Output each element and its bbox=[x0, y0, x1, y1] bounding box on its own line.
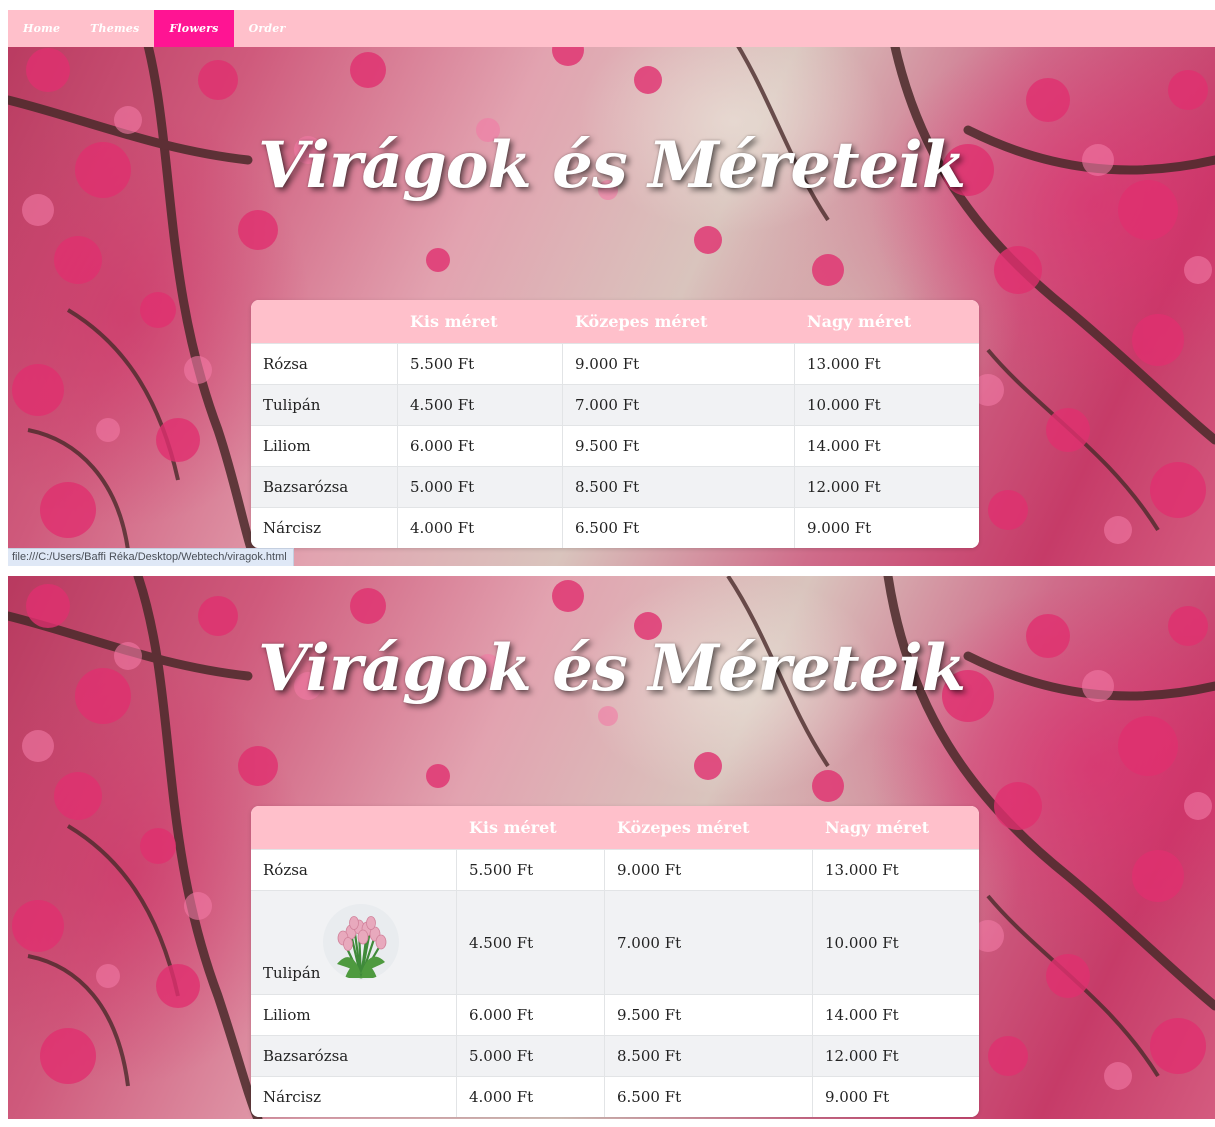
table-row: Tulipán 4.500 Ft 7.000 Ft 10.000 Ft bbox=[251, 384, 979, 425]
table-row: Bazsarózsa 5.000 Ft 8.500 Ft 12.000 Ft bbox=[251, 466, 979, 507]
table-row: Rózsa 5.500 Ft 9.000 Ft 13.000 Ft bbox=[251, 849, 979, 890]
screenshot-bottom: Virágok és Méreteik Kis méret Közepes mé… bbox=[8, 576, 1215, 1119]
price-medium: 9.000 Ft bbox=[563, 343, 795, 384]
flower-name: Liliom bbox=[251, 425, 398, 466]
header-empty bbox=[251, 300, 398, 343]
flower-name: Bazsarózsa bbox=[251, 1035, 457, 1076]
price-medium: 7.000 Ft bbox=[605, 890, 813, 994]
nav-themes[interactable]: Themes bbox=[75, 10, 154, 47]
header-medium: Közepes méret bbox=[605, 806, 813, 849]
table-row: Bazsarózsa 5.000 Ft 8.500 Ft 12.000 Ft bbox=[251, 1035, 979, 1076]
flower-name: Rózsa bbox=[251, 849, 457, 890]
price-medium: 8.500 Ft bbox=[605, 1035, 813, 1076]
price-medium: 9.000 Ft bbox=[605, 849, 813, 890]
price-small: 5.500 Ft bbox=[398, 343, 563, 384]
price-medium: 7.000 Ft bbox=[563, 384, 795, 425]
flower-name: Bazsarózsa bbox=[251, 466, 398, 507]
price-small: 4.500 Ft bbox=[398, 384, 563, 425]
price-table: Kis méret Közepes méret Nagy méret Rózsa… bbox=[251, 300, 979, 548]
flower-name: Tulipán bbox=[263, 964, 321, 982]
price-large: 9.000 Ft bbox=[813, 1076, 979, 1117]
flower-name: Tulipán bbox=[251, 384, 398, 425]
price-small: 4.000 Ft bbox=[457, 1076, 605, 1117]
price-small: 5.500 Ft bbox=[457, 849, 605, 890]
price-medium: 6.500 Ft bbox=[605, 1076, 813, 1117]
price-large: 13.000 Ft bbox=[795, 343, 979, 384]
flower-name-cell: Tulipán bbox=[251, 890, 457, 994]
price-small: 4.500 Ft bbox=[457, 890, 605, 994]
nav-flowers[interactable]: Flowers bbox=[154, 10, 234, 47]
table-row: Nárcisz 4.000 Ft 6.500 Ft 9.000 Ft bbox=[251, 507, 979, 548]
price-small: 5.000 Ft bbox=[457, 1035, 605, 1076]
table-row: Nárcisz 4.000 Ft 6.500 Ft 9.000 Ft bbox=[251, 1076, 979, 1117]
price-large: 10.000 Ft bbox=[795, 384, 979, 425]
flower-name: Rózsa bbox=[251, 343, 398, 384]
table-row: Liliom 6.000 Ft 9.500 Ft 14.000 Ft bbox=[251, 994, 979, 1035]
price-medium: 8.500 Ft bbox=[563, 466, 795, 507]
price-small: 4.000 Ft bbox=[398, 507, 563, 548]
price-large: 14.000 Ft bbox=[795, 425, 979, 466]
price-large: 12.000 Ft bbox=[795, 466, 979, 507]
price-large: 12.000 Ft bbox=[813, 1035, 979, 1076]
header-medium: Közepes méret bbox=[563, 300, 795, 343]
price-small: 5.000 Ft bbox=[398, 466, 563, 507]
header-small: Kis méret bbox=[457, 806, 605, 849]
table-header-row: Kis méret Közepes méret Nagy méret bbox=[251, 300, 979, 343]
price-medium: 9.500 Ft bbox=[563, 425, 795, 466]
price-table: Kis méret Közepes méret Nagy méret Rózsa… bbox=[251, 806, 979, 1117]
price-small: 6.000 Ft bbox=[398, 425, 563, 466]
table-row: Liliom 6.000 Ft 9.500 Ft 14.000 Ft bbox=[251, 425, 979, 466]
header-large: Nagy méret bbox=[813, 806, 979, 849]
tulip-image bbox=[323, 904, 400, 980]
screenshot-top: Home Themes Flowers Order Virágok és Mér… bbox=[8, 10, 1215, 566]
flower-name: Nárcisz bbox=[251, 507, 398, 548]
price-large: 10.000 Ft bbox=[813, 890, 979, 994]
status-bar-url: file:///C:/Users/Baffi Réka/Desktop/Webt… bbox=[8, 548, 294, 566]
nav-home[interactable]: Home bbox=[8, 10, 75, 47]
table-row: Rózsa 5.500 Ft 9.000 Ft 13.000 Ft bbox=[251, 343, 979, 384]
price-large: 13.000 Ft bbox=[813, 849, 979, 890]
flower-name: Liliom bbox=[251, 994, 457, 1035]
nav-order[interactable]: Order bbox=[234, 10, 301, 47]
header-small: Kis méret bbox=[398, 300, 563, 343]
header-empty bbox=[251, 806, 457, 849]
price-small: 6.000 Ft bbox=[457, 994, 605, 1035]
price-medium: 9.500 Ft bbox=[605, 994, 813, 1035]
navbar: Home Themes Flowers Order bbox=[8, 10, 1215, 47]
table-header-row: Kis méret Közepes méret Nagy méret bbox=[251, 806, 979, 849]
page-title: Virágok és Méreteik bbox=[257, 128, 966, 203]
header-large: Nagy méret bbox=[795, 300, 979, 343]
flower-name: Nárcisz bbox=[251, 1076, 457, 1117]
table-row-hovered[interactable]: Tulipán 4.500 Ft 7.000 Ft 10.000 Ft bbox=[251, 890, 979, 994]
price-large: 9.000 Ft bbox=[795, 507, 979, 548]
price-medium: 6.500 Ft bbox=[563, 507, 795, 548]
price-large: 14.000 Ft bbox=[813, 994, 979, 1035]
page-title: Virágok és Méreteik bbox=[257, 631, 966, 706]
